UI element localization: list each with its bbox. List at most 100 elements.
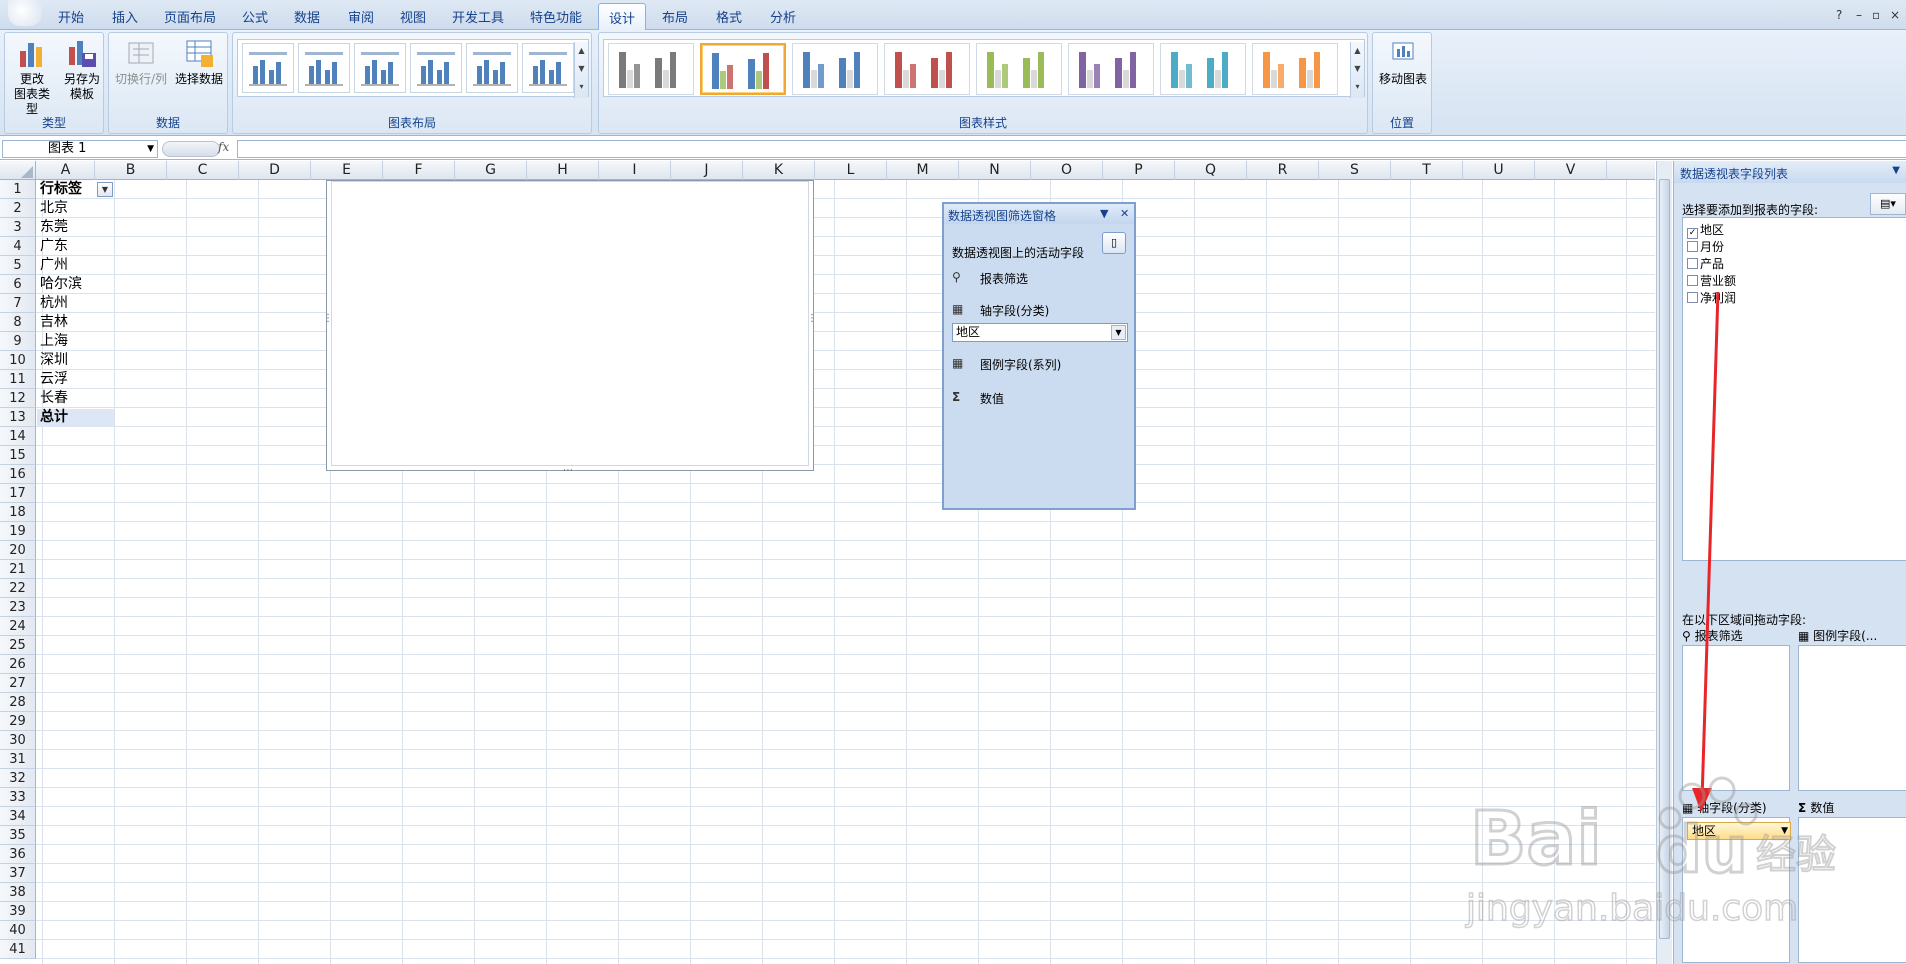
row-header-31[interactable]: 31	[0, 750, 36, 769]
tab-page-layout[interactable]: 页面布局	[164, 7, 216, 26]
column-header-m[interactable]: M	[887, 161, 959, 180]
column-header-p[interactable]: P	[1103, 161, 1175, 180]
chart-style-thumb-6[interactable]	[1068, 43, 1154, 95]
field-list-toggle-button[interactable]: ▯	[1102, 232, 1126, 254]
column-header-a[interactable]: A	[37, 161, 95, 180]
column-header-i[interactable]: I	[599, 161, 671, 180]
formula-bar-expand[interactable]	[162, 141, 220, 157]
column-header-v[interactable]: V	[1535, 161, 1607, 180]
pivot-row-item[interactable]: 广州	[40, 256, 68, 275]
row-header-28[interactable]: 28	[0, 693, 36, 712]
insert-function-icon[interactable]: fx	[218, 140, 229, 154]
help-icon[interactable]: ?	[1836, 8, 1842, 22]
axis-zone[interactable]: 地区 ▼	[1682, 817, 1791, 963]
column-header-t[interactable]: T	[1391, 161, 1463, 180]
column-header-l[interactable]: L	[815, 161, 887, 180]
field-row[interactable]: 月份	[1687, 239, 1724, 256]
row-header-34[interactable]: 34	[0, 807, 36, 826]
row-header-35[interactable]: 35	[0, 826, 36, 845]
field-row[interactable]: 产品	[1687, 256, 1724, 273]
field-row[interactable]: 营业额	[1687, 273, 1736, 290]
field-list-layout-button[interactable]: ▤▾	[1870, 193, 1906, 215]
chart-resize-handle-bottom[interactable]: ⋯	[563, 465, 573, 476]
column-header-g[interactable]: G	[455, 161, 527, 180]
column-header-e[interactable]: E	[311, 161, 383, 180]
chart-plot-area[interactable]	[331, 181, 809, 466]
chart-style-thumb-5[interactable]	[976, 43, 1062, 95]
save-as-template-button[interactable]: 另存为 模板	[59, 37, 105, 102]
row-header-32[interactable]: 32	[0, 769, 36, 788]
column-header-o[interactable]: O	[1031, 161, 1103, 180]
axis-zone-item[interactable]: 地区 ▼	[1687, 822, 1791, 840]
column-header-d[interactable]: D	[239, 161, 311, 180]
pivot-row-item[interactable]: 北京	[40, 199, 68, 218]
name-box[interactable]: 图表 1 ▼	[2, 140, 158, 158]
row-header-13[interactable]: 13	[0, 408, 36, 427]
axis-zone-item-dropdown-icon[interactable]: ▼	[1781, 823, 1788, 839]
pivot-header-cell[interactable]: 行标签	[40, 180, 82, 199]
checkbox-unchecked-icon[interactable]	[1687, 241, 1698, 252]
pivot-row-item[interactable]: 杭州	[40, 294, 68, 313]
field-row[interactable]: ✓ 地区	[1687, 222, 1724, 239]
column-header-b[interactable]: B	[95, 161, 167, 180]
worksheet-grid[interactable]	[36, 180, 1655, 964]
pivot-row-item[interactable]: 东莞	[40, 218, 68, 237]
column-header-k[interactable]: K	[743, 161, 815, 180]
layout-thumb-4[interactable]	[410, 43, 462, 93]
pivot-row-item[interactable]: 深圳	[40, 351, 68, 370]
office-button[interactable]	[8, 0, 42, 26]
row-header-29[interactable]: 29	[0, 712, 36, 731]
tab-review[interactable]: 审阅	[348, 7, 374, 26]
row-header-39[interactable]: 39	[0, 902, 36, 921]
legend-zone[interactable]	[1798, 645, 1906, 791]
column-header-h[interactable]: H	[527, 161, 599, 180]
row-header-26[interactable]: 26	[0, 655, 36, 674]
minimize-icon[interactable]: –	[1856, 8, 1862, 22]
select-data-button[interactable]: 选择数据	[171, 37, 227, 87]
chart-style-gallery[interactable]: ▲ ▼ ▾	[603, 39, 1365, 98]
chart-resize-handle-right[interactable]: ⋮	[807, 313, 817, 324]
row-header-18[interactable]: 18	[0, 503, 36, 522]
layout-thumb-2[interactable]	[298, 43, 350, 93]
row-header-25[interactable]: 25	[0, 636, 36, 655]
tab-chart-layout[interactable]: 布局	[662, 7, 688, 26]
pivot-total-cell[interactable]: 总计	[40, 408, 68, 427]
chart-style-thumb-4[interactable]	[884, 43, 970, 95]
chart-resize-handle-left[interactable]: ⋮	[323, 313, 333, 324]
row-header-27[interactable]: 27	[0, 674, 36, 693]
row-header-36[interactable]: 36	[0, 845, 36, 864]
pivot-row-item[interactable]: 长春	[40, 389, 68, 408]
layout-thumb-6[interactable]	[522, 43, 574, 93]
tab-insert[interactable]: 插入	[112, 7, 138, 26]
layout-thumb-5[interactable]	[466, 43, 518, 93]
pivot-row-item[interactable]: 哈尔滨	[40, 275, 82, 294]
checkbox-checked-icon[interactable]: ✓	[1687, 228, 1698, 239]
row-header-16[interactable]: 16	[0, 465, 36, 484]
row-header-38[interactable]: 38	[0, 883, 36, 902]
checkbox-unchecked-icon[interactable]	[1687, 275, 1698, 286]
filter-pane-close-icon[interactable]: ✕	[1120, 207, 1129, 220]
restore-icon[interactable]: ▫	[1872, 8, 1880, 22]
row-header-3[interactable]: 3	[0, 218, 36, 237]
column-header-n[interactable]: N	[959, 161, 1031, 180]
row-header-19[interactable]: 19	[0, 522, 36, 541]
row-header-15[interactable]: 15	[0, 446, 36, 465]
column-header-q[interactable]: Q	[1175, 161, 1247, 180]
row-header-30[interactable]: 30	[0, 731, 36, 750]
values-zone[interactable]	[1798, 817, 1906, 963]
tab-analyze[interactable]: 分析	[770, 7, 796, 26]
column-header-c[interactable]: C	[167, 161, 239, 180]
row-header-9[interactable]: 9	[0, 332, 36, 351]
row-header-7[interactable]: 7	[0, 294, 36, 313]
close-icon[interactable]: ×	[1890, 8, 1900, 22]
pivot-row-item[interactable]: 广东	[40, 237, 68, 256]
row-header-21[interactable]: 21	[0, 560, 36, 579]
row-header-5[interactable]: 5	[0, 256, 36, 275]
chart-layout-gallery[interactable]: ▲ ▼ ▾	[237, 39, 589, 98]
chart-style-thumb-8[interactable]	[1252, 43, 1338, 95]
row-header-14[interactable]: 14	[0, 427, 36, 446]
chart-style-thumb-7[interactable]	[1160, 43, 1246, 95]
column-header-j[interactable]: J	[671, 161, 743, 180]
name-box-dropdown-icon[interactable]: ▼	[147, 141, 154, 157]
checkbox-unchecked-icon[interactable]	[1687, 292, 1698, 303]
